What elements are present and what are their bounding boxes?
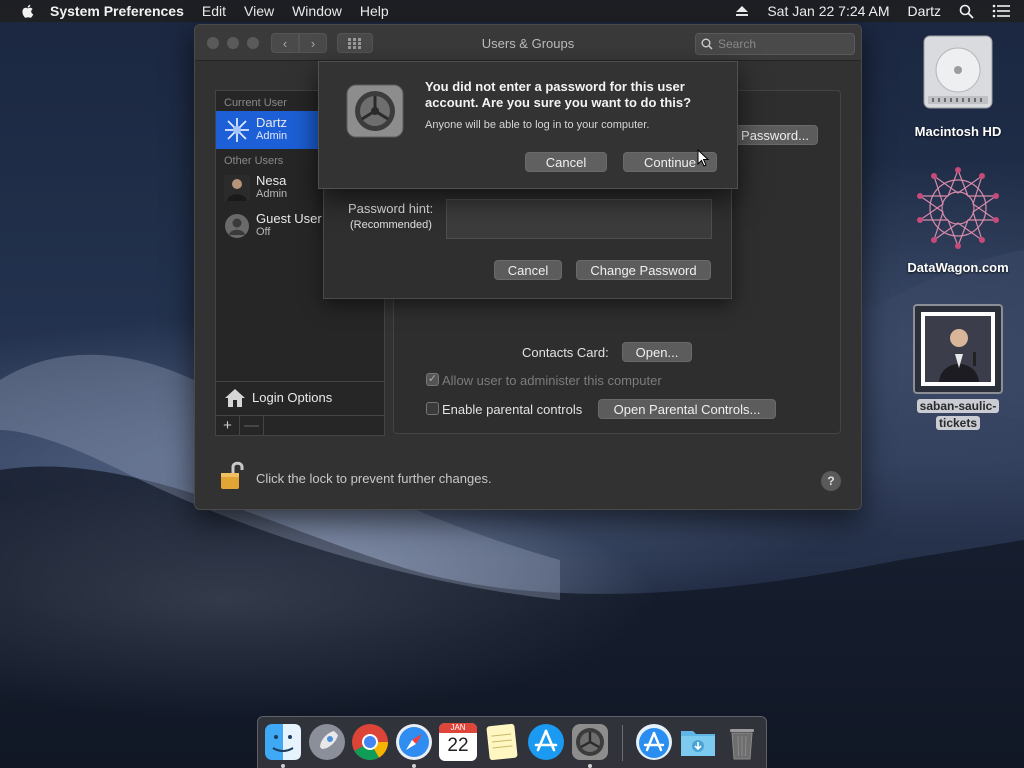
- password-hint-label: Password hint:: [348, 201, 434, 216]
- photo-thumbnail-icon: [921, 312, 995, 386]
- desktop-label-file-line2: tickets: [935, 416, 981, 430]
- desktop-label-file-line1: saban-saulic-: [916, 399, 1000, 413]
- sheet-change-password-button[interactable]: Change Password: [576, 260, 711, 280]
- safari-running-indicator: [412, 764, 416, 768]
- menu-view[interactable]: View: [244, 3, 274, 19]
- datawagon-star-icon: [917, 167, 999, 249]
- add-remove-bar: + —: [216, 415, 384, 435]
- house-icon: [225, 389, 245, 407]
- dock-separator: [622, 725, 623, 761]
- open-contacts-button[interactable]: Open...: [622, 342, 692, 362]
- password-hint-input[interactable]: [446, 199, 712, 239]
- window-titlebar[interactable]: ‹ › Users & Groups Search: [195, 25, 861, 61]
- file-thumbnail-frame: [913, 304, 1003, 394]
- password-hint-sublabel: (Recommended): [350, 219, 432, 231]
- menu-app-name[interactable]: System Preferences: [50, 3, 184, 19]
- menu-edit[interactable]: Edit: [202, 3, 226, 19]
- search-placeholder: Search: [718, 37, 757, 51]
- calendar-month: JAN: [439, 723, 477, 733]
- downloads-folder-icon[interactable]: [679, 723, 717, 761]
- menu-help[interactable]: Help: [360, 3, 389, 19]
- login-options-item[interactable]: Login Options: [216, 381, 384, 413]
- mouse-pointer-icon: [697, 149, 709, 167]
- change-password-button[interactable]: Password...: [732, 125, 818, 145]
- remove-user-button[interactable]: —: [240, 416, 264, 435]
- lock-message: Click the lock to prevent further change…: [256, 471, 492, 486]
- app-store-icon[interactable]: [527, 723, 565, 761]
- notification-center-icon[interactable]: [992, 4, 1010, 18]
- person-photo-avatar-icon: [224, 175, 250, 201]
- menu-window[interactable]: Window: [292, 3, 342, 19]
- alert-title: You did not enter a password for this us…: [425, 79, 692, 110]
- eject-icon[interactable]: [735, 5, 749, 17]
- alert-body: Anyone will be able to log in to your co…: [425, 119, 650, 131]
- alert-cancel-button[interactable]: Cancel: [525, 152, 607, 172]
- system-preferences-running-indicator: [588, 764, 592, 768]
- login-options-label: Login Options: [252, 390, 333, 405]
- safari-compass-icon[interactable]: [395, 723, 433, 761]
- notes-icon[interactable]: [483, 723, 521, 761]
- app-store-downloads-icon[interactable]: [635, 723, 673, 761]
- spotlight-search-icon[interactable]: [959, 4, 974, 19]
- trash-icon[interactable]: [723, 723, 761, 761]
- allow-admin-checkbox[interactable]: ✓: [426, 373, 439, 386]
- search-field[interactable]: Search: [695, 33, 855, 55]
- chrome-icon[interactable]: [351, 723, 389, 761]
- system-preferences-icon[interactable]: [571, 723, 609, 761]
- desktop-icon-datawagon[interactable]: DataWagon.com: [904, 166, 1012, 275]
- unlocked-padlock-icon[interactable]: [219, 459, 245, 491]
- parental-controls-label: Enable parental controls: [442, 402, 583, 417]
- system-preferences-gear-icon: [346, 84, 404, 138]
- parental-controls-checkbox[interactable]: [426, 402, 439, 415]
- finder-running-indicator: [281, 764, 285, 768]
- menu-bar: System Preferences Edit View Window Help…: [0, 0, 1024, 22]
- menu-user[interactable]: Dartz: [908, 3, 941, 19]
- calendar-day: 22: [447, 735, 469, 756]
- guest-user-icon: [225, 214, 249, 238]
- desktop-label-datawagon: DataWagon.com: [907, 260, 1009, 275]
- open-parental-controls-button[interactable]: Open Parental Controls...: [598, 399, 776, 419]
- finder-icon[interactable]: [264, 723, 302, 761]
- lock-row: Click the lock to prevent further change…: [219, 459, 839, 491]
- hard-drive-icon: [923, 35, 993, 109]
- contacts-card-label: Contacts Card:: [522, 345, 609, 360]
- snowflake-avatar-icon: [225, 118, 249, 142]
- no-password-alert: You did not enter a password for this us…: [318, 61, 738, 189]
- add-user-button[interactable]: +: [216, 416, 240, 435]
- dock: JAN 22: [257, 716, 767, 768]
- calendar-icon[interactable]: JAN 22: [439, 723, 477, 761]
- apple-menu-icon[interactable]: [20, 3, 36, 19]
- change-password-sheet: Password hint: (Recommended) Cancel Chan…: [323, 180, 732, 299]
- desktop-label-macintosh-hd: Macintosh HD: [914, 124, 1002, 139]
- sheet-cancel-button[interactable]: Cancel: [494, 260, 562, 280]
- desktop-icon-macintosh-hd[interactable]: Macintosh HD: [906, 32, 1010, 139]
- help-button[interactable]: ?: [821, 471, 841, 491]
- launchpad-rocket-icon[interactable]: [308, 723, 346, 761]
- allow-admin-label: Allow user to administer this computer: [442, 373, 662, 388]
- menu-clock[interactable]: Sat Jan 22 7:24 AM: [767, 3, 889, 19]
- search-icon: [701, 38, 713, 50]
- desktop-icon-saban-saulic-tickets[interactable]: saban-saulic- tickets: [904, 304, 1012, 431]
